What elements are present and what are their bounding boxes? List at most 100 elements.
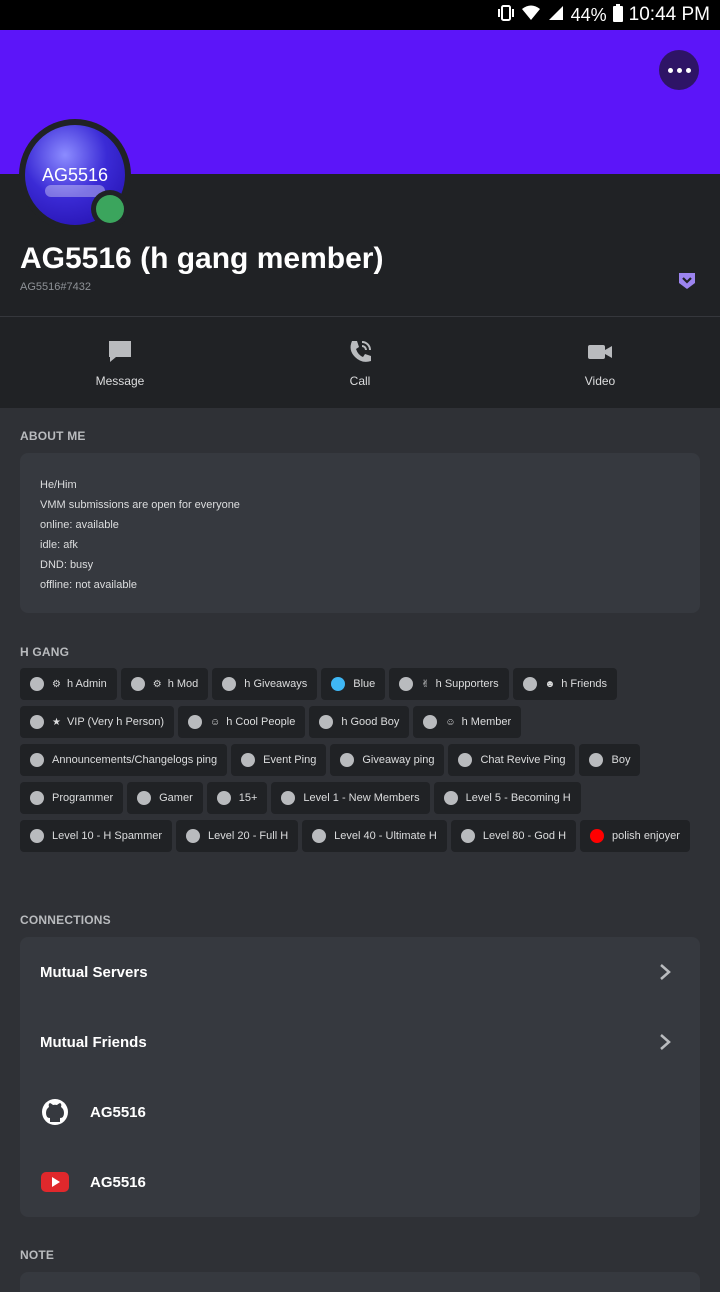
roles-heading: H GANG (20, 645, 70, 659)
chevron-right-icon (660, 964, 671, 980)
online-status-indicator (91, 190, 129, 228)
role-color-dot (30, 715, 44, 729)
role-color-dot (312, 829, 327, 843)
connections-heading: CONNECTIONS (20, 913, 111, 927)
role-chip[interactable]: ⚙ h Admin (20, 668, 117, 700)
role-color-dot (30, 753, 44, 767)
role-label: Event Ping (263, 754, 317, 766)
role-color-dot (30, 829, 44, 843)
role-label: h Member (461, 716, 512, 728)
mutual-friends-label: Mutual Friends (40, 1033, 147, 1051)
dot-icon (667, 67, 673, 73)
role-label: h Cool People (226, 716, 296, 728)
mutual-servers-row[interactable]: Mutual Servers (20, 937, 700, 1007)
more-options-button[interactable] (659, 50, 699, 90)
about-me-card: He/Him VMM submissions are open for ever… (20, 453, 700, 613)
role-label: Level 5 - Becoming H (465, 792, 571, 804)
video-button[interactable]: Video (480, 317, 720, 408)
role-chip[interactable]: Event Ping (231, 744, 327, 776)
role-label: Gamer (159, 792, 193, 804)
role-color-dot (187, 715, 202, 729)
role-color-dot (460, 829, 475, 843)
role-chip[interactable]: ✌ h Supporters (389, 668, 509, 700)
role-label: h Admin (66, 678, 107, 690)
role-label: h Friends (561, 678, 608, 690)
role-label: Boy (611, 754, 631, 766)
chevron-right-icon (660, 1034, 671, 1050)
mutual-servers-label: Mutual Servers (40, 963, 148, 981)
role-color-dot (30, 677, 44, 691)
role-chip[interactable]: h Giveaways (212, 668, 318, 700)
about-line: idle: afk (40, 539, 78, 551)
role-color-dot (281, 791, 296, 805)
role-chip[interactable]: Level 1 - New Members (271, 782, 430, 814)
about-me-heading: ABOUT ME (20, 429, 86, 443)
profile-actions: Message Call Video (0, 316, 720, 408)
github-connection-row[interactable]: AG5516 (20, 1077, 700, 1147)
about-line: VMM submissions are open for everyone (40, 499, 240, 511)
role-chip[interactable]: Level 80 - God H (450, 820, 577, 852)
role-color-dot (331, 677, 346, 691)
role-chip[interactable]: Level 40 - Ultimate H (302, 820, 447, 852)
role-color-dot (590, 829, 605, 843)
role-chip[interactable]: ★ VIP (Very h Person) (20, 706, 174, 738)
role-label: h Mod (167, 678, 199, 690)
role-chip[interactable]: Level 5 - Becoming H (433, 782, 581, 814)
mutual-friends-row[interactable]: Mutual Friends (20, 1007, 700, 1077)
note-input[interactable] (20, 1272, 700, 1292)
role-chip[interactable]: ☻ h Friends (512, 668, 618, 700)
role-color-dot (340, 753, 355, 767)
role-color-dot (137, 791, 152, 805)
role-color-dot (458, 753, 473, 767)
role-chip[interactable]: Blue (321, 668, 386, 700)
dot-icon (685, 67, 691, 73)
role-label: Giveaway ping (362, 754, 435, 766)
wifi-icon (521, 4, 541, 27)
role-chip[interactable]: Boy (579, 744, 641, 776)
role-label: Programmer (52, 792, 114, 804)
role-color-dot (443, 791, 458, 805)
role-color-dot (186, 829, 201, 843)
status-dot-fill (96, 195, 124, 223)
role-label: 15+ (238, 792, 258, 804)
clock: 10:44 PM (628, 4, 710, 25)
role-label: Blue (353, 678, 376, 690)
role-color-dot (589, 753, 604, 767)
role-label: Level 1 - New Members (303, 792, 420, 804)
role-chip[interactable]: Gamer (127, 782, 203, 814)
user-tag: AG5516#7432 (20, 281, 91, 293)
role-chip[interactable]: ⚙ h Mod (120, 668, 209, 700)
role-label: Level 20 - Full H (208, 830, 289, 842)
role-chip[interactable]: h Good Boy (309, 706, 410, 738)
role-color-dot (522, 677, 537, 691)
role-chip[interactable]: Level 20 - Full H (176, 820, 299, 852)
role-emoji-icon: ☺ (209, 716, 221, 728)
about-line: online: available (40, 519, 119, 531)
role-color-dot (241, 753, 256, 767)
role-chip[interactable]: ☺ h Cool People (177, 706, 306, 738)
message-icon (109, 340, 131, 362)
role-chip[interactable]: Level 10 - H Spammer (20, 820, 173, 852)
role-chip[interactable]: polish enjoyer (580, 820, 690, 852)
role-label: h Giveaways (244, 678, 308, 690)
role-chip[interactable]: Chat Revive Ping (448, 744, 576, 776)
role-chip[interactable]: Announcements/Changelogs ping (20, 744, 228, 776)
role-chip[interactable]: ☺ h Member (413, 706, 522, 738)
avatar-text: AG5516 (41, 164, 109, 185)
role-chip[interactable]: Programmer (20, 782, 124, 814)
dot-icon (676, 67, 682, 73)
role-chip[interactable]: 15+ (206, 782, 268, 814)
youtube-connection-row[interactable]: AG5516 (20, 1147, 700, 1217)
message-label: Message (95, 373, 145, 388)
signal-icon (547, 4, 565, 27)
call-button[interactable]: Call (240, 317, 480, 408)
about-line: DND: busy (40, 559, 94, 571)
hypesquad-badge-icon[interactable] (677, 271, 697, 291)
role-label: polish enjoyer (612, 830, 680, 842)
youtube-account-name: AG5516 (90, 1173, 146, 1191)
role-label: Level 10 - H Spammer (52, 830, 163, 842)
battery-icon (612, 3, 623, 27)
youtube-icon (40, 1167, 70, 1197)
role-chip[interactable]: Giveaway ping (330, 744, 445, 776)
message-button[interactable]: Message (0, 317, 240, 408)
